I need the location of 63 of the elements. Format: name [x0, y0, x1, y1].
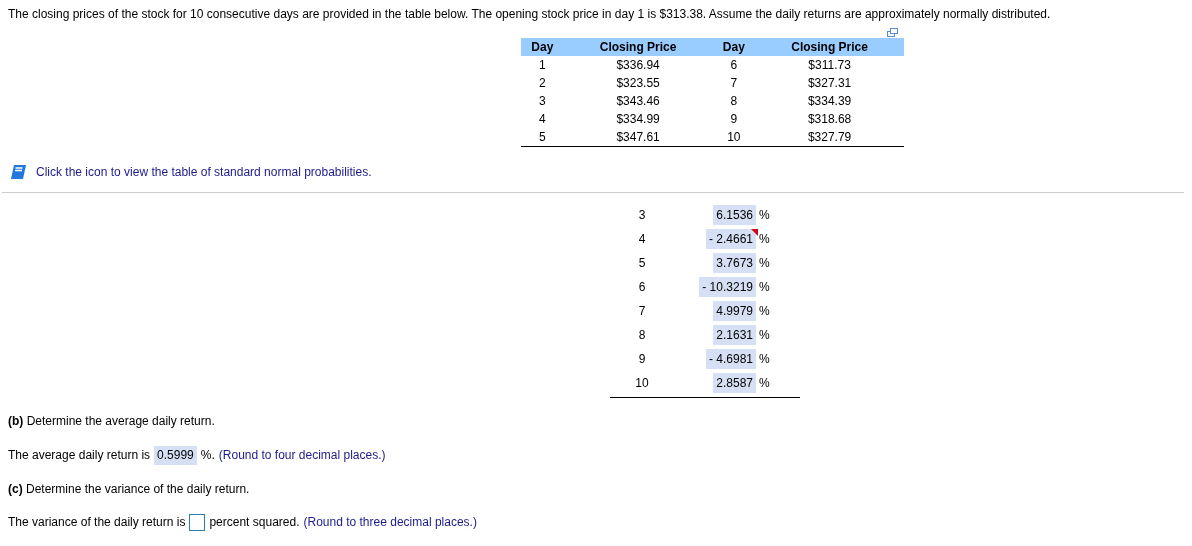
- answer-label: The variance of the daily return is: [8, 515, 186, 530]
- table-cell-text: 2: [538, 75, 547, 92]
- unit-label: percent squared.: [209, 515, 300, 530]
- day-cell-text: 10: [634, 375, 650, 392]
- table-cell-text: $323.55: [615, 75, 661, 92]
- table-cell-text: $343.46: [615, 93, 661, 110]
- percent-unit: %: [758, 231, 771, 248]
- table-cell: 5: [521, 128, 564, 147]
- error-flag-icon: [751, 229, 758, 236]
- return-value[interactable]: 6.1536: [713, 205, 756, 225]
- intro-text: The closing prices of the stock for 10 consecutive days are provided in the table below. The opening stock price in day 1 is $313.38. Assume the daily returns are approximately normally distributed.: [8, 7, 1052, 22]
- return-value[interactable]: - 4.6981: [705, 349, 756, 369]
- percent-unit: %: [758, 375, 771, 392]
- table-cell: 1: [521, 56, 564, 74]
- table-cell-text: $318.68: [806, 111, 853, 128]
- day-cell-text: 5: [637, 255, 647, 272]
- percent-unit: %: [758, 279, 771, 296]
- question-text: (c) Determine the variance of the daily return.: [8, 482, 251, 497]
- table-cell-text: $327.31: [806, 75, 853, 92]
- return-value[interactable]: 3.7673: [713, 253, 756, 273]
- column-header: Closing Price: [563, 38, 713, 56]
- day-cell-text: 8: [637, 327, 647, 344]
- table-cell-text: 3: [538, 93, 547, 110]
- percent-unit: %: [758, 351, 771, 368]
- table-cell: $311.73: [755, 56, 904, 74]
- standard-normal-table-link[interactable]: Click the icon to view the table of standard normal probabilities.: [36, 165, 372, 179]
- table-cell-text: 4: [538, 111, 547, 128]
- percent-unit: %: [758, 327, 771, 344]
- percent-unit: %: [758, 303, 771, 320]
- popout-icon[interactable]: [887, 28, 898, 37]
- table-cell-text: $334.99: [615, 111, 661, 128]
- column-header: Day: [521, 38, 564, 56]
- day-cell-text: 4: [637, 231, 647, 248]
- day-cell-text: 6: [637, 279, 647, 296]
- column-header: Closing Price: [755, 38, 904, 56]
- table-cell-text: $334.39: [806, 93, 853, 110]
- return-value[interactable]: 2.1631: [713, 325, 756, 345]
- table-cell: $327.79: [755, 128, 904, 147]
- return-value[interactable]: - 2.4661: [705, 229, 756, 249]
- answer-field[interactable]: 0.5999: [154, 446, 197, 465]
- answer-field[interactable]: [189, 514, 206, 531]
- day-cell-text: 7: [637, 303, 647, 320]
- table-cell-text: 7: [729, 75, 739, 92]
- answer-label: The average daily return is: [8, 448, 151, 463]
- return-value[interactable]: 4.9979: [713, 301, 756, 321]
- book-icon[interactable]: [10, 164, 28, 180]
- table-cell: $347.61: [563, 128, 713, 147]
- table-cell-text: 8: [729, 93, 739, 110]
- return-value[interactable]: 2.8587: [713, 373, 756, 393]
- hint-text: (Round to four decimal places.): [218, 448, 386, 463]
- day-cell-text: 9: [637, 351, 647, 368]
- table-cell: 10: [712, 128, 756, 147]
- day-cell-text: 3: [637, 207, 647, 224]
- hint-text: (Round to three decimal places.): [303, 515, 477, 530]
- percent-unit: %: [758, 207, 771, 224]
- table-cell: $336.94: [563, 56, 713, 74]
- unit-label: %.: [200, 448, 215, 463]
- column-header: Day: [712, 38, 756, 56]
- question-text: (b) Determine the average daily return.: [8, 414, 216, 429]
- percent-unit: %: [758, 255, 771, 272]
- table-cell: 6: [712, 56, 756, 74]
- return-value[interactable]: - 10.3219: [699, 277, 756, 297]
- table-cell-text: 9: [729, 111, 739, 128]
